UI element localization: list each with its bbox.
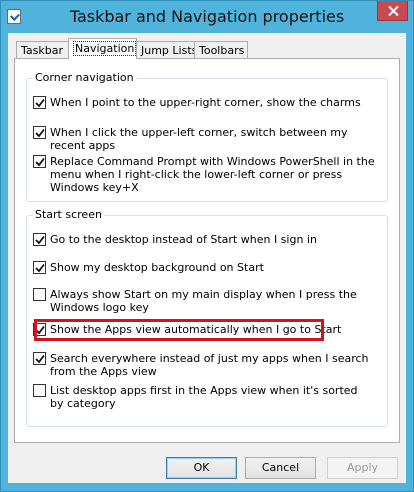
tab-jump-lists[interactable]: Jump Lists [136,41,198,58]
go-to-desktop-label: Go to the desktop instead of Start when … [50,233,317,246]
dialog-body: Taskbar Navigation Jump Lists Toolbars C… [8,33,406,483]
start-screen-group: Start screen Go to the desktop instead o… [26,208,388,427]
tab-taskbar[interactable]: Taskbar [16,41,70,58]
start-screen-title: Start screen [33,208,104,221]
main-display-checkbox[interactable] [33,288,46,301]
cancel-button[interactable]: Cancel [245,457,316,479]
checkmark-icon [35,157,45,167]
recent-apps-checkbox[interactable] [33,126,46,139]
checkbox-row-search-everywhere[interactable]: Search everywhere instead of just my app… [33,352,378,378]
desktop-apps-first-label: List desktop apps first in the Apps view… [50,384,358,410]
close-button[interactable] [377,1,408,21]
corner-navigation-title: Corner navigation [33,71,136,84]
checkbox-row-desktop-apps-first[interactable]: List desktop apps first in the Apps view… [33,384,358,410]
apps-view-label: Show the Apps view automatically when I … [50,323,342,336]
close-icon [388,6,399,16]
checkbox-row-powershell[interactable]: Replace Command Prompt with Windows Powe… [33,155,378,194]
tab-jump-lists-label: Jump Lists [141,44,198,57]
tab-navigation-label: Navigation [73,41,137,56]
checkmark-icon [35,263,45,273]
checkmark-icon [35,325,45,335]
search-everywhere-checkbox[interactable] [33,352,46,365]
tab-navigation[interactable]: Navigation [68,38,137,59]
tab-toolbars-label: Toolbars [199,44,245,57]
checkmark-icon [35,128,45,138]
corner-navigation-group: Corner navigation When I point to the up… [26,71,388,202]
checkbox-row-main-display[interactable]: Always show Start on my main display whe… [33,288,358,314]
checkmark-icon [35,98,45,108]
desktop-background-label: Show my desktop background on Start [50,261,264,274]
properties-window: Taskbar and Navigation properties Taskba… [0,0,414,492]
checkmark-icon [35,235,45,245]
charms-label: When I point to the upper-right corner, … [50,96,361,109]
tab-taskbar-label: Taskbar [21,44,63,57]
desktop-apps-first-checkbox[interactable] [33,384,46,397]
desktop-background-checkbox[interactable] [33,261,46,274]
apps-view-checkbox[interactable] [33,323,46,336]
checkmark-icon [35,354,45,364]
checkbox-row-desktop-background[interactable]: Show my desktop background on Start [33,261,378,274]
apply-button[interactable]: Apply [327,457,398,479]
ok-button[interactable]: OK [166,457,237,479]
go-to-desktop-checkbox[interactable] [33,233,46,246]
search-everywhere-label: Search everywhere instead of just my app… [50,352,369,378]
powershell-label: Replace Command Prompt with Windows Powe… [50,155,375,194]
checkbox-row-apps-view[interactable]: Show the Apps view automatically when I … [33,323,378,336]
checkbox-row-charms[interactable]: When I point to the upper-right corner, … [33,96,378,109]
main-display-label: Always show Start on my main display whe… [50,288,357,314]
window-title: Taskbar and Navigation properties [69,7,345,26]
powershell-checkbox[interactable] [33,155,46,168]
tab-toolbars[interactable]: Toolbars [194,41,248,58]
recent-apps-label: When I click the upper-left corner, swit… [50,126,348,152]
charms-checkbox[interactable] [33,96,46,109]
checkbox-row-recent-apps[interactable]: When I click the upper-left corner, swit… [33,126,378,152]
checkbox-row-go-to-desktop[interactable]: Go to the desktop instead of Start when … [33,233,378,246]
navigation-tab-panel: Corner navigation When I point to the up… [14,58,400,443]
title-bar[interactable]: Taskbar and Navigation properties [1,1,413,33]
